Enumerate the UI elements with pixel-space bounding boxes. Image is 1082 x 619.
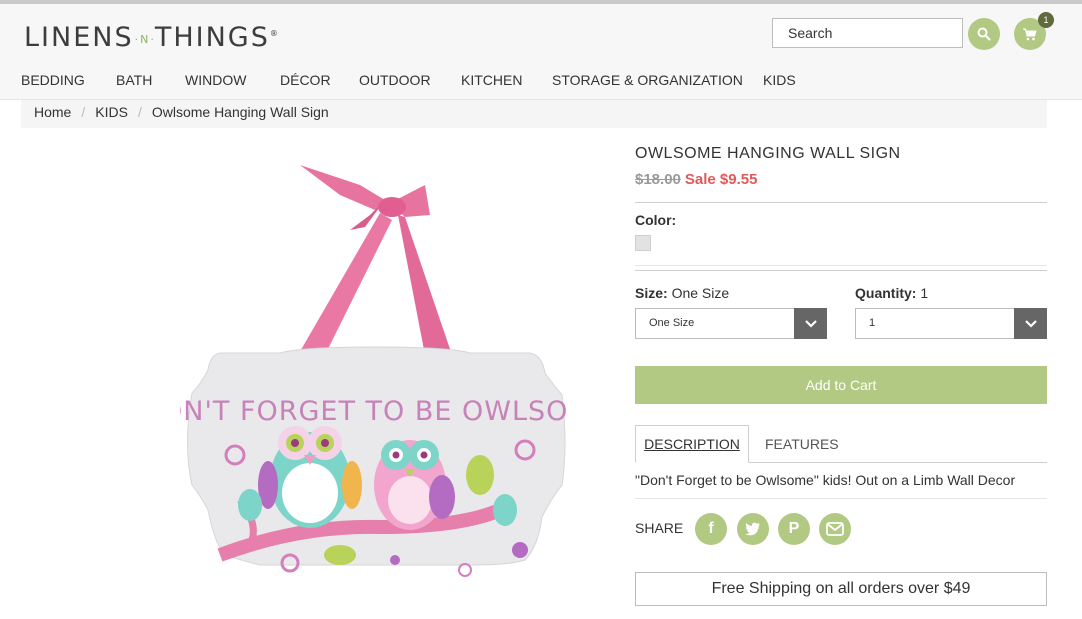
breadcrumb-home[interactable]: Home [34, 104, 71, 120]
divider [635, 202, 1047, 203]
description-text: "Don't Forget to be Owlsome" kids! Out o… [635, 472, 1016, 488]
quantity-value: 1 [920, 285, 929, 301]
add-to-cart-button[interactable]: Add to Cart [635, 366, 1047, 404]
logo-n: N [140, 33, 149, 46]
twitter-icon [745, 522, 760, 536]
chevron-down-icon [1024, 319, 1037, 328]
original-price: $18.00 [635, 171, 681, 188]
nav-item-bedding[interactable]: BEDDING [21, 72, 116, 88]
divider [635, 265, 1047, 266]
divider [635, 498, 1047, 499]
size-label: Size: One Size [635, 285, 730, 301]
quantity-select-value: 1 [869, 317, 876, 329]
nav-item-storage-organization[interactable]: STORAGE & ORGANIZATION [552, 72, 763, 88]
email-share-button[interactable] [819, 513, 851, 545]
nav-item-bath[interactable]: BATH [116, 72, 185, 88]
twitter-share-button[interactable] [737, 513, 769, 545]
main-nav: BEDDING BATH WINDOW DÉCOR OUTDOOR KITCHE… [21, 72, 796, 88]
cart-count-badge: 1 [1038, 12, 1054, 28]
tab-features[interactable]: FEATURES [765, 425, 839, 463]
product-image: DON'T FORGET TO BE OWLSOME [180, 165, 570, 577]
nav-item-outdoor[interactable]: OUTDOOR [359, 72, 461, 88]
logo-word-things: THINGS [154, 22, 270, 53]
breadcrumb-current: Owlsome Hanging Wall Sign [151, 104, 329, 120]
facebook-share-button[interactable]: f [695, 513, 727, 545]
pinterest-share-button[interactable]: P [778, 513, 810, 545]
sign-text: DON'T FORGET TO BE OWLSOME [180, 396, 570, 427]
free-shipping-banner: Free Shipping on all orders over $49 [635, 572, 1047, 606]
quantity-label: Quantity: 1 [855, 285, 929, 301]
color-swatch[interactable] [635, 235, 651, 251]
chevron-down-icon [804, 319, 817, 328]
size-value: One Size [671, 285, 730, 301]
sale-price: Sale $9.55 [684, 171, 758, 188]
pinterest-icon: P [788, 520, 800, 537]
tab-description[interactable]: DESCRIPTION [635, 425, 749, 463]
color-label: Color: [635, 212, 677, 228]
site-header: LINENS· N ·THINGS® Search 1 BEDDING BATH W… [0, 4, 1082, 100]
share-label: SHARE [635, 520, 684, 536]
facebook-icon: f [708, 520, 714, 537]
nav-item-window[interactable]: WINDOW [185, 72, 280, 88]
nav-item-decor[interactable]: DÉCOR [280, 72, 359, 88]
divider [635, 270, 1047, 271]
quantity-select-arrow[interactable] [1014, 308, 1047, 339]
product-title: OWLSOME HANGING WALL SIGN [635, 145, 901, 162]
email-icon [826, 522, 844, 536]
size-select-value: One Size [649, 317, 695, 329]
product-price: $18.00 Sale $9.55 [635, 171, 757, 188]
search-icon [977, 27, 991, 41]
nav-item-kitchen[interactable]: KITCHEN [461, 72, 552, 88]
size-select[interactable]: One Size [635, 308, 827, 339]
nav-item-kids[interactable]: KIDS [763, 72, 796, 88]
search-button[interactable] [968, 18, 1000, 50]
quantity-select[interactable]: 1 [855, 308, 1047, 339]
site-logo[interactable]: LINENS· N ·THINGS® [24, 22, 278, 53]
breadcrumb: Home / KIDS / Owlsome Hanging Wall Sign [21, 100, 1047, 128]
breadcrumb-kids[interactable]: KIDS [95, 104, 128, 120]
search-input[interactable]: Search [772, 18, 963, 48]
logo-word-linens: LINENS [24, 22, 134, 53]
shopping-cart-icon [1023, 28, 1037, 40]
size-select-arrow[interactable] [794, 308, 827, 339]
